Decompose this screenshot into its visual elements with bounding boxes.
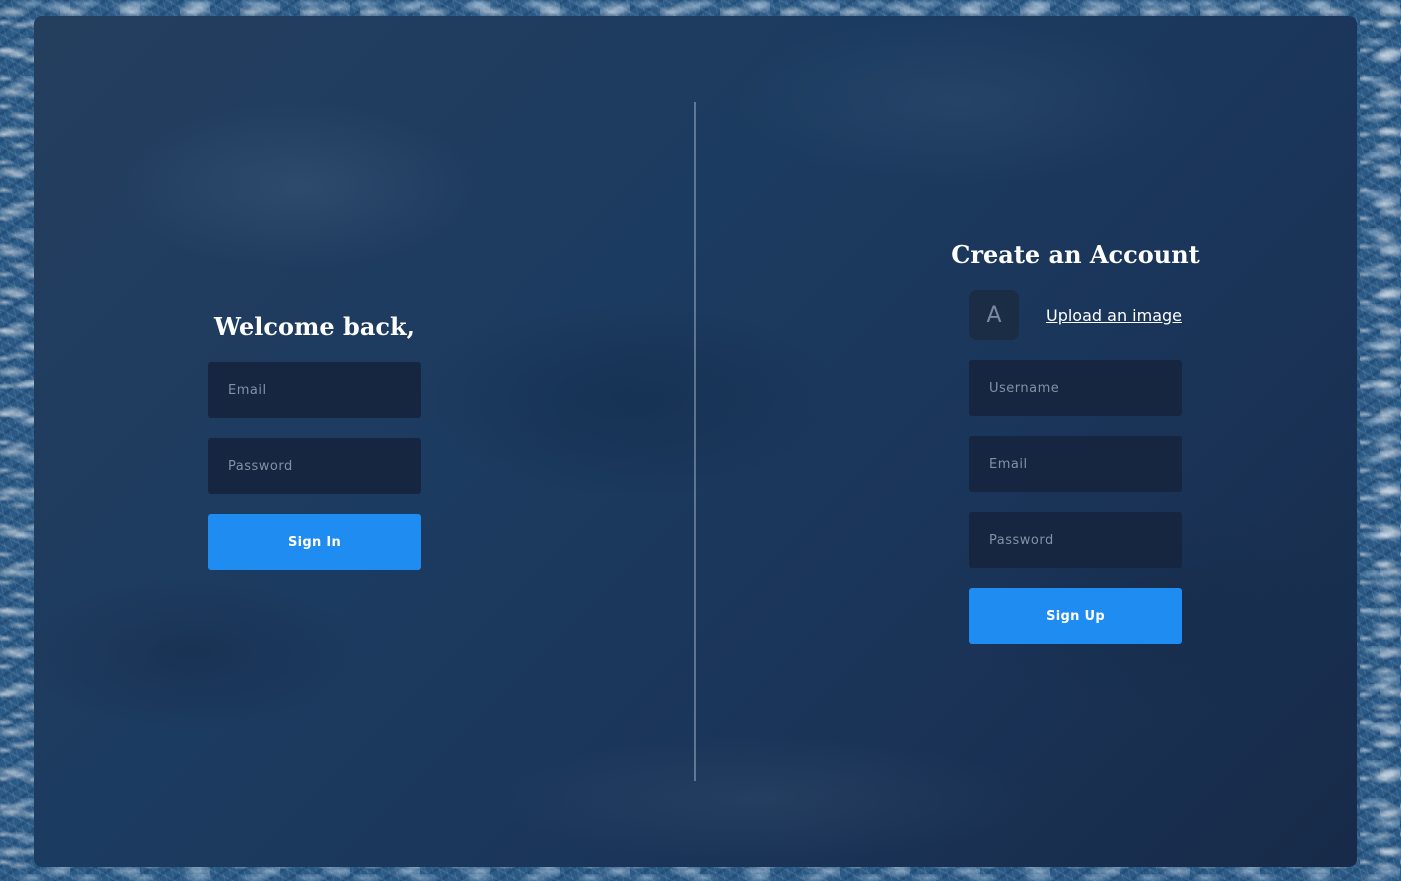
auth-card: Welcome back, Sign In Create an Account … (34, 16, 1357, 867)
sign-up-username-input[interactable] (969, 360, 1182, 416)
avatar-placeholder[interactable]: A (969, 290, 1019, 340)
sign-in-button[interactable]: Sign In (208, 514, 421, 570)
sign-up-email-input[interactable] (969, 436, 1182, 492)
panel-divider (694, 102, 696, 781)
sign-up-panel: Create an Account A Upload an image Sign… (951, 240, 1200, 644)
upload-image-link[interactable]: Upload an image (1046, 306, 1182, 325)
sign-in-password-input[interactable] (208, 438, 421, 494)
sign-up-heading: Create an Account (951, 240, 1200, 269)
sign-in-email-input[interactable] (208, 362, 421, 418)
ocean-background: { "sign_in": { "heading": "Welcome back,… (0, 0, 1401, 881)
avatar-upload-row: A Upload an image (969, 290, 1182, 340)
sign-in-panel: Welcome back, Sign In (208, 312, 421, 570)
sign-up-button[interactable]: Sign Up (969, 588, 1182, 644)
sign-in-heading: Welcome back, (214, 312, 415, 341)
sign-up-password-input[interactable] (969, 512, 1182, 568)
